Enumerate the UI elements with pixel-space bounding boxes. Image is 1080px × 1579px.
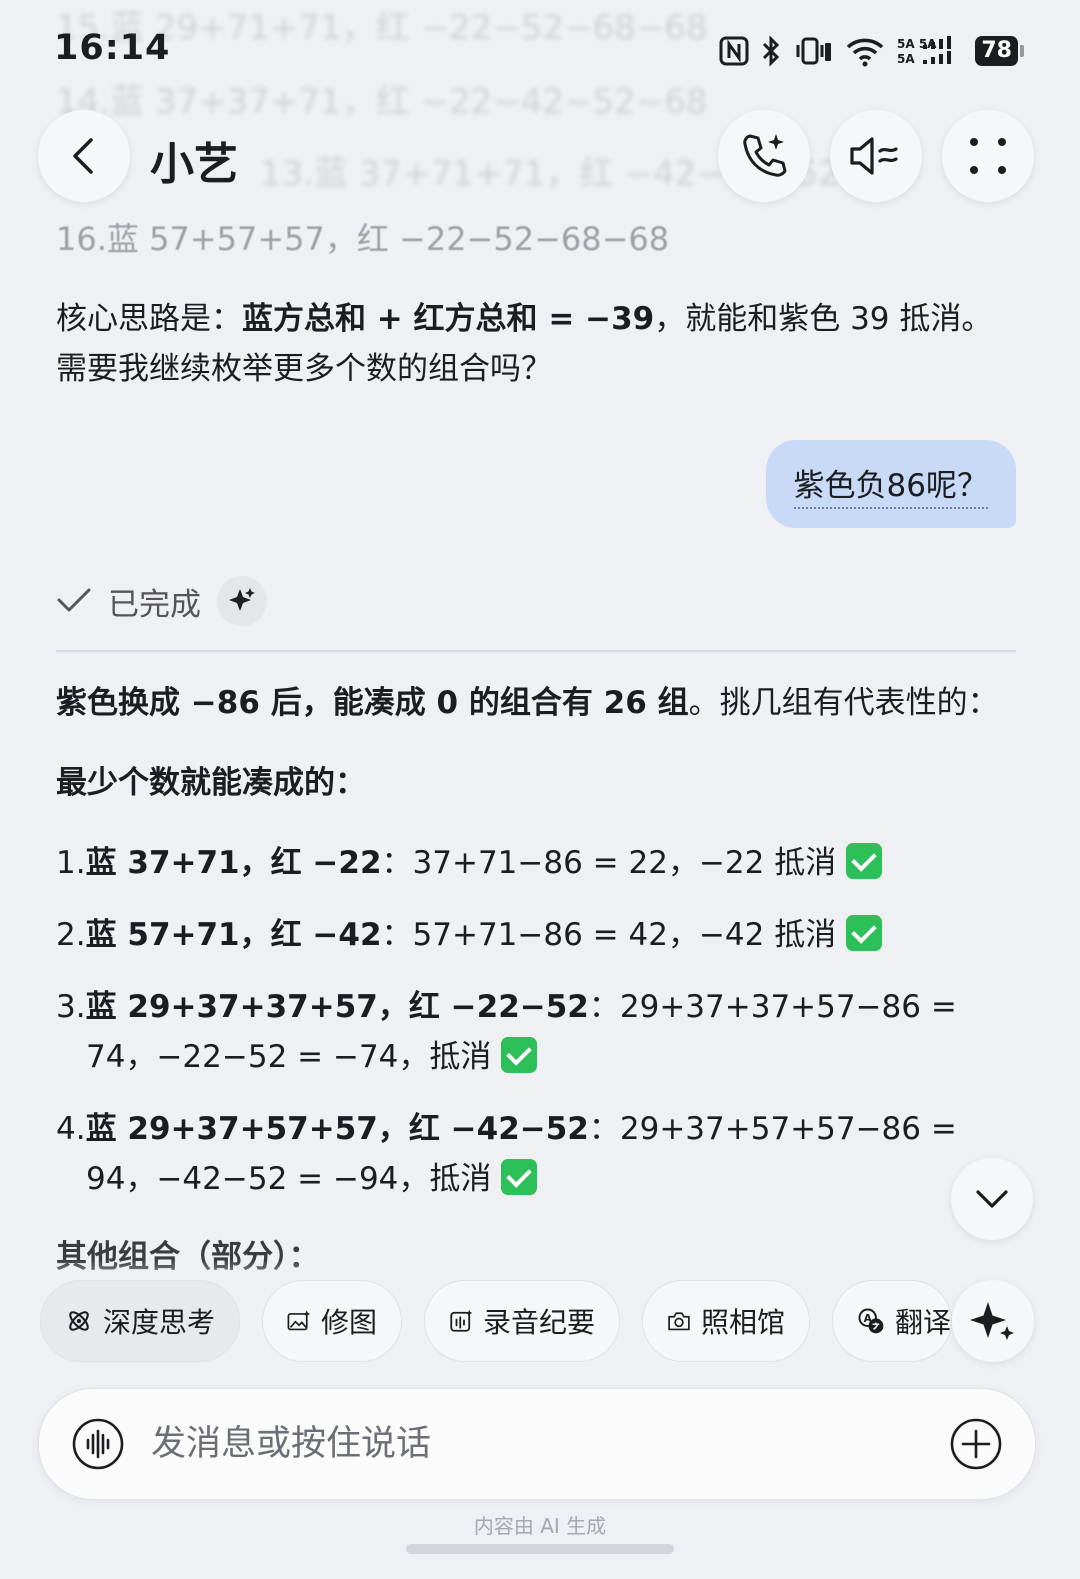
sparkle-badge	[217, 576, 267, 626]
speaker-icon	[850, 137, 898, 175]
sparkle-icon	[970, 1302, 1014, 1340]
phone-sparkle-icon	[743, 134, 787, 177]
image-edit-icon	[287, 1310, 311, 1331]
back-button[interactable]	[38, 110, 130, 202]
voice-wave-icon	[72, 1418, 124, 1470]
prev-answer-line: 需要我继续枚举更多个数的组合吗？	[56, 351, 552, 387]
green-check-icon	[501, 1159, 538, 1195]
voice-input-button[interactable]	[71, 1417, 125, 1471]
answer-section-heading: 最少个数就能凑成的：	[56, 765, 366, 801]
chip-label: 修图	[320, 1306, 377, 1339]
faded-message-line: 16.蓝 57+57+57，红 −22−52−68−68	[56, 220, 670, 258]
wifi-icon	[847, 38, 884, 67]
list-item-continuation: 74，−22−52 = −74，抵消	[86, 1032, 538, 1082]
ai-tools-button[interactable]	[952, 1280, 1034, 1362]
battery-level: 78	[975, 36, 1018, 66]
done-label: 已完成	[108, 586, 201, 623]
nfc-icon	[719, 36, 749, 66]
sparkle-icon	[229, 588, 255, 611]
chip-label: 翻译	[894, 1306, 951, 1339]
chip-photo-edit[interactable]: 修图	[262, 1280, 402, 1362]
recorder-icon	[450, 1309, 473, 1332]
ai-call-button[interactable]	[718, 110, 810, 202]
scroll-to-bottom-button[interactable]	[951, 1158, 1033, 1240]
green-check-icon	[846, 843, 883, 879]
svg-text:5A: 5A	[897, 52, 915, 66]
message-input-bar[interactable]: 发消息或按住说话	[38, 1388, 1036, 1500]
answer-summary: 紫色换成 −86 后，能凑成 0 的组合有 26 组。挑几组有代表性的：	[56, 685, 999, 721]
vibrate-icon	[796, 37, 832, 65]
chevron-down-icon	[976, 1190, 1008, 1208]
bluetooth-icon	[763, 35, 780, 67]
atom-icon	[69, 1311, 89, 1331]
list-item: 4.蓝 29+37+57+57，红 −42−52：29+37+57+57−86 …	[56, 1111, 957, 1147]
thinking-status-row[interactable]: 已完成	[56, 576, 267, 626]
green-check-icon	[846, 915, 883, 951]
list-item: 3.蓝 29+37+37+57，红 −22−52：29+37+37+57−86 …	[56, 989, 957, 1025]
home-indicator[interactable]	[406, 1544, 674, 1554]
prev-answer-line: 核心思路是：蓝方总和 + 红方总和 = −39，就能和紫色 39 抵消。	[56, 301, 993, 337]
more-dots-icon	[970, 138, 1006, 174]
chip-translate[interactable]: A 翻译	[832, 1280, 952, 1362]
user-message-bubble[interactable]: 紫色负86呢？	[765, 440, 1016, 528]
list-item: 1.蓝 37+71，红 −22：37+71−86 = 22，−22 抵消	[56, 838, 883, 888]
chip-photo-studio[interactable]: 照相馆	[642, 1280, 810, 1362]
camera-icon	[668, 1312, 690, 1331]
green-check-icon	[501, 1037, 538, 1073]
page-title: 小艺	[150, 139, 238, 190]
battery-indicator: 78	[975, 36, 1024, 66]
more-menu-button[interactable]	[942, 110, 1034, 202]
cellular-signal-icon: 5A 5A 5A	[897, 36, 952, 66]
user-message-text: 紫色负86呢？	[793, 460, 988, 509]
add-attachment-button[interactable]	[949, 1417, 1003, 1471]
ai-generated-notice: 内容由 AI 生成	[473, 1514, 607, 1538]
plus-circle-icon	[950, 1418, 1002, 1470]
status-bar: 16:14 5A 5A 5A 78	[0, 0, 1080, 100]
translate-icon: A	[858, 1308, 884, 1334]
chip-deep-think[interactable]: 深度思考	[40, 1280, 240, 1362]
blurred-message-line: 13.蓝 37+71+71，红 −42−42−52−68	[260, 154, 912, 194]
status-time: 16:14	[54, 28, 171, 68]
message-input-placeholder[interactable]: 发消息或按住说话	[151, 1419, 431, 1469]
chip-label: 深度思考	[102, 1306, 215, 1339]
voice-playback-button[interactable]	[830, 110, 922, 202]
list-item: 2.蓝 57+71，红 −42：57+71−86 = 42，−42 抵消	[56, 910, 883, 960]
chip-label: 录音纪要	[482, 1306, 595, 1339]
chip-recording-notes[interactable]: 录音纪要	[424, 1280, 620, 1362]
list-item-continuation: 94，−42−52 = −94，抵消	[86, 1154, 538, 1204]
divider	[56, 650, 1016, 652]
check-icon	[57, 588, 91, 612]
chevron-left-icon	[73, 138, 93, 174]
chip-label: 照相馆	[700, 1306, 785, 1339]
